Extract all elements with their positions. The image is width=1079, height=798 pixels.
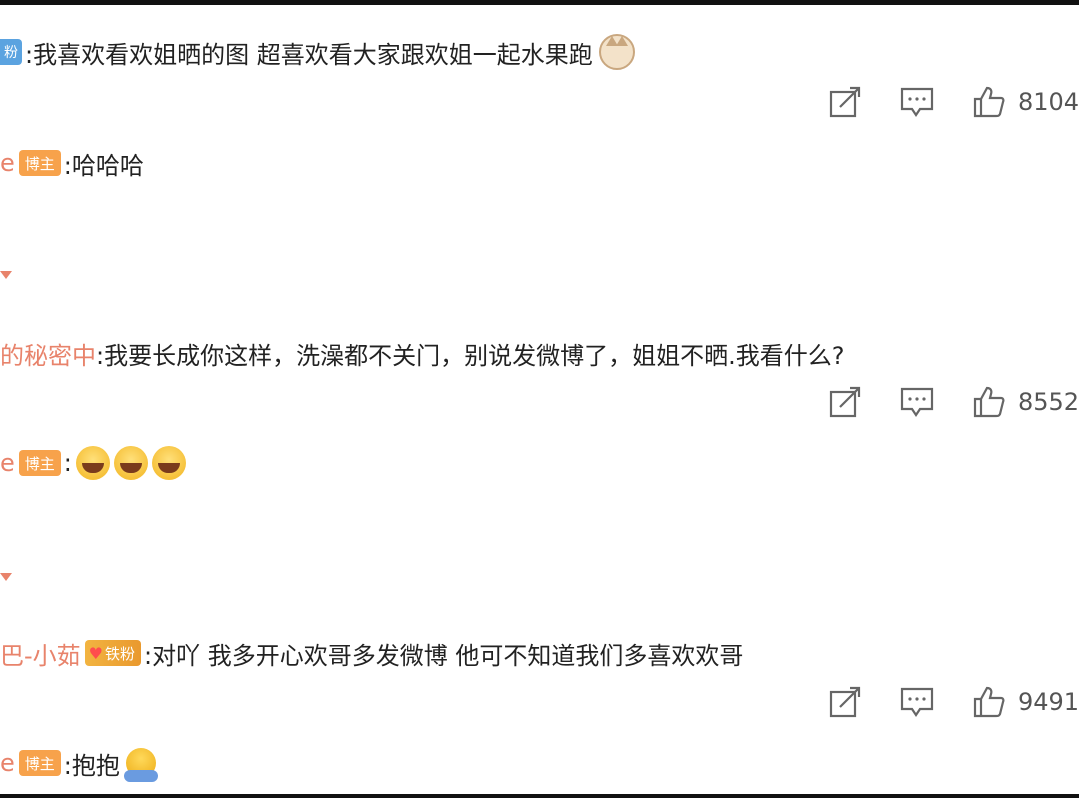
- comment-text: :对吖 我多开心欢哥多发微博 他可不知道我们多喜欢欢哥: [144, 641, 744, 670]
- iron-fan-badge: ♥ 铁粉: [84, 640, 142, 666]
- share-icon[interactable]: [828, 85, 862, 119]
- comment-icon[interactable]: [900, 385, 934, 419]
- thumbs-up-icon[interactable]: [972, 385, 1006, 419]
- reply-2: e 博主 :: [0, 443, 186, 483]
- reply-3: e 博主 :抱抱: [0, 743, 158, 783]
- hug-emoji: [123, 748, 158, 782]
- heart-icon: ♥: [88, 643, 104, 663]
- comment-1: 粉 :我喜欢看欢姐晒的图 超喜欢看大家跟欢姐一起水果跑: [0, 32, 635, 72]
- comment-1-actions: 8104: [828, 82, 1079, 122]
- host-badge: 博主: [18, 150, 61, 176]
- top-edge-bar: [0, 0, 1079, 5]
- laughing-tears-emoji: [151, 446, 186, 480]
- comment-3: 巴-小茹 ♥ 铁粉 :对吖 我多开心欢哥多发微博 他可不知道我们多喜欢欢哥: [0, 633, 743, 673]
- cat-face-emoji: [598, 34, 635, 70]
- badge-label: 铁粉: [105, 644, 136, 663]
- comment-2-actions: 8552: [828, 382, 1079, 422]
- comment-text: :我要长成你这样，洗澡都不关门，别说发微博了，姐姐不晒.我看什么?: [96, 341, 845, 370]
- comment-3-actions: 9491: [828, 682, 1079, 722]
- comment-icon[interactable]: [900, 85, 934, 119]
- like-count: 8104: [1018, 88, 1079, 116]
- comment-username[interactable]: 的秘密中: [0, 336, 96, 371]
- comment-username[interactable]: 巴-小茹: [0, 636, 81, 671]
- like-count: 8552: [1018, 388, 1079, 416]
- expand-arrow-icon[interactable]: [0, 271, 12, 279]
- reply-text: :抱抱: [63, 751, 120, 780]
- bottom-edge-bar: [0, 794, 1079, 798]
- laughing-tears-emoji: [75, 446, 110, 480]
- share-icon[interactable]: [828, 385, 862, 419]
- comment-2: 的秘密中 :我要长成你这样，洗澡都不关门，别说发微博了，姐姐不晒.我看什么?: [0, 333, 844, 373]
- host-badge: 博主: [18, 450, 61, 476]
- fan-badge: 粉: [0, 39, 22, 65]
- reply-username[interactable]: e: [0, 149, 15, 177]
- host-badge: 博主: [18, 750, 61, 776]
- reply-text: :哈哈哈: [63, 151, 144, 180]
- comment-icon[interactable]: [900, 685, 934, 719]
- reply-username[interactable]: e: [0, 749, 15, 777]
- comment-text: :我喜欢看欢姐晒的图 超喜欢看大家跟欢姐一起水果跑: [25, 40, 593, 69]
- like-count: 9491: [1018, 688, 1079, 716]
- thumbs-up-icon[interactable]: [972, 85, 1006, 119]
- reply-text: :: [63, 449, 72, 477]
- reply-username[interactable]: e: [0, 449, 15, 477]
- share-icon[interactable]: [828, 685, 862, 719]
- expand-arrow-icon[interactable]: [0, 573, 12, 581]
- thumbs-up-icon[interactable]: [972, 685, 1006, 719]
- reply-1: e 博主 :哈哈哈: [0, 143, 144, 183]
- laughing-tears-emoji: [113, 446, 148, 480]
